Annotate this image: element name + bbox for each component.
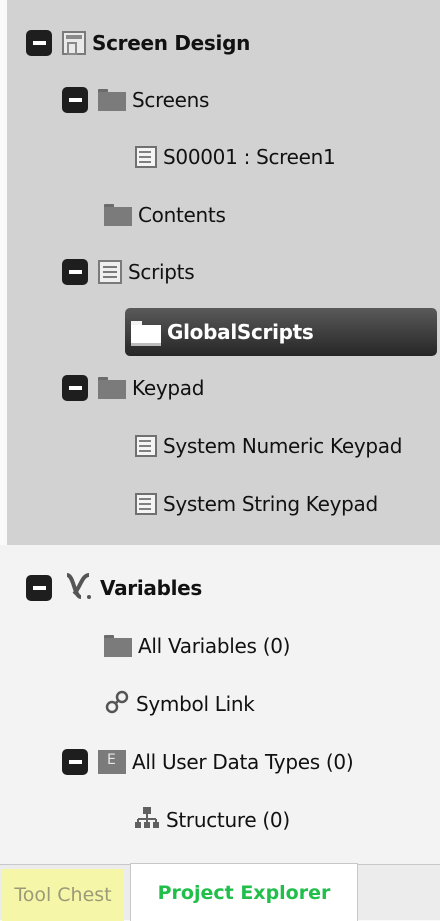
- tree-item-keypad[interactable]: Keypad: [62, 368, 204, 408]
- tree-item-label: Keypad: [132, 376, 205, 400]
- tree-item-label: System String Keypad: [163, 492, 378, 516]
- tree-item-label: Screens: [132, 88, 210, 112]
- collapse-button[interactable]: [26, 30, 52, 56]
- folder-icon: [98, 89, 126, 111]
- panel-tab-bar: Tool Chest Project Explorer: [0, 863, 440, 921]
- tree-item-label: Contents: [138, 203, 226, 227]
- tree-item-label: System Numeric Keypad: [163, 434, 403, 458]
- screen-window-icon: [62, 31, 86, 55]
- collapse-button[interactable]: [62, 259, 88, 285]
- tree-item-global-scripts[interactable]: GlobalScripts: [125, 308, 437, 356]
- tree-item-label: All User Data Types (0): [132, 750, 354, 774]
- collapse-button[interactable]: [62, 87, 88, 113]
- document-icon: [135, 435, 157, 457]
- folder-icon: [98, 377, 126, 399]
- tree-item-label: Structure (0): [166, 808, 290, 832]
- tree-item-label: S00001 : Screen1: [163, 145, 336, 169]
- tree-item-symbol-link[interactable]: Symbol Link: [104, 684, 255, 724]
- tree-item-variables[interactable]: Variables: [26, 568, 202, 608]
- tree-item-label: Scripts: [128, 260, 195, 284]
- tree-item-screens[interactable]: Screens: [62, 80, 209, 120]
- tree-item-numeric-keypad[interactable]: System Numeric Keypad: [135, 426, 402, 466]
- tree-item-string-keypad[interactable]: System String Keypad: [135, 484, 378, 524]
- tree-item-contents[interactable]: Contents: [104, 195, 226, 235]
- document-icon: [135, 493, 157, 515]
- tree-item-structure[interactable]: Structure (0): [134, 800, 290, 840]
- folder-icon: [104, 635, 132, 657]
- tree-item-screen-design[interactable]: Screen Design: [26, 23, 250, 63]
- document-icon: [135, 146, 157, 168]
- tab-tool-chest[interactable]: Tool Chest: [2, 869, 124, 921]
- data-type-icon: [98, 750, 126, 774]
- collapse-button[interactable]: [62, 375, 88, 401]
- tree-item-scripts[interactable]: Scripts: [62, 252, 195, 292]
- tree-item-label: Symbol Link: [136, 692, 255, 716]
- collapse-button[interactable]: [62, 749, 88, 775]
- hierarchy-icon: [134, 805, 160, 836]
- tree-item-label: Screen Design: [92, 31, 251, 55]
- script-icon: [98, 260, 122, 284]
- project-explorer-panel: Screen Design Screens S00001 : Screen1 C…: [0, 0, 440, 921]
- tree-item-label: Variables: [100, 576, 203, 600]
- variable-x-icon: [62, 570, 94, 607]
- globe-folder-icon: [131, 321, 161, 346]
- chain-link-icon: [104, 689, 130, 720]
- tree-item-screen1[interactable]: S00001 : Screen1: [135, 137, 336, 177]
- collapse-button[interactable]: [26, 575, 52, 601]
- tab-project-explorer[interactable]: Project Explorer: [130, 863, 358, 921]
- tree-item-user-data-types[interactable]: All User Data Types (0): [62, 742, 354, 782]
- tree-item-label: All Variables (0): [138, 634, 291, 658]
- tree-item-label: GlobalScripts: [167, 320, 314, 344]
- tree-item-all-variables[interactable]: All Variables (0): [104, 626, 290, 666]
- folder-icon: [104, 204, 132, 226]
